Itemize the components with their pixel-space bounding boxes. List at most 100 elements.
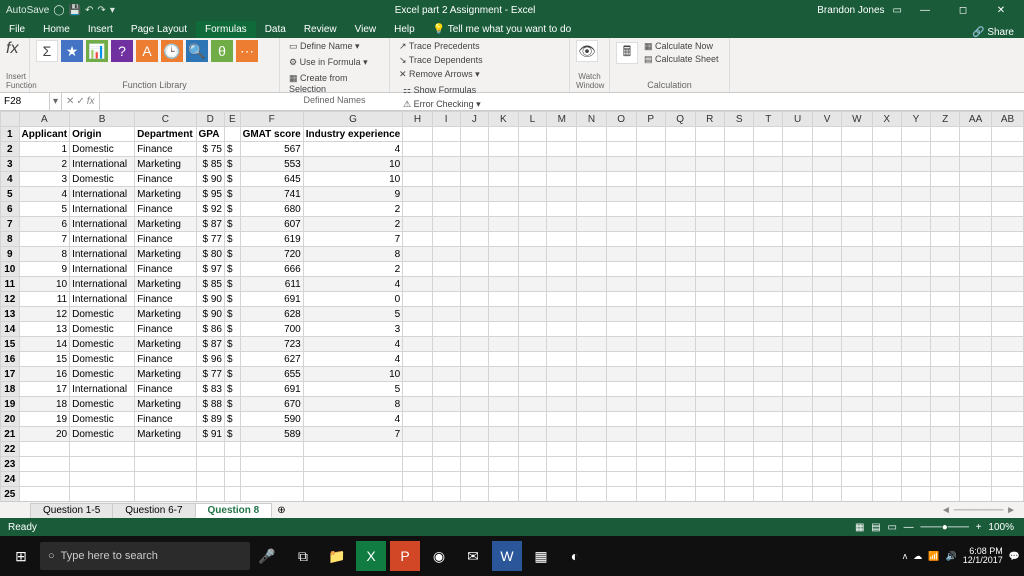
cell[interactable] (460, 412, 489, 427)
cell[interactable] (901, 397, 930, 412)
zoom-out-button[interactable]: — (904, 522, 914, 533)
cell[interactable] (960, 382, 992, 397)
cell[interactable] (577, 442, 607, 457)
cell[interactable] (636, 232, 665, 247)
cell[interactable] (725, 442, 754, 457)
cell[interactable] (901, 277, 930, 292)
cell[interactable] (606, 487, 636, 502)
cell[interactable] (518, 382, 547, 397)
cell[interactable]: $ 77 (196, 232, 224, 247)
cell[interactable] (240, 487, 303, 502)
cell[interactable] (196, 472, 224, 487)
financial-icon[interactable]: 📊 (86, 40, 108, 62)
cell[interactable] (606, 202, 636, 217)
cell[interactable]: Department (135, 127, 196, 142)
start-button[interactable]: ⊞ (4, 548, 38, 565)
cell[interactable] (665, 427, 695, 442)
col-header[interactable]: I (432, 112, 460, 127)
cell[interactable] (432, 397, 460, 412)
cell[interactable]: 628 (240, 307, 303, 322)
cell[interactable] (606, 427, 636, 442)
math-icon[interactable]: θ (211, 40, 233, 62)
cell[interactable] (695, 247, 725, 262)
cell[interactable]: 2 (303, 262, 402, 277)
cell[interactable] (606, 442, 636, 457)
cell[interactable] (518, 412, 547, 427)
cell[interactable] (812, 307, 841, 322)
cell[interactable] (606, 322, 636, 337)
cell[interactable] (19, 472, 70, 487)
cell[interactable] (842, 262, 872, 277)
cell[interactable] (432, 232, 460, 247)
cell[interactable]: Finance (135, 202, 196, 217)
tell-me[interactable]: 💡 Tell me what you want to do (424, 21, 580, 38)
cell[interactable] (135, 487, 196, 502)
cell[interactable] (872, 187, 901, 202)
cell[interactable]: 10 (303, 157, 402, 172)
col-header[interactable]: Y (901, 112, 930, 127)
cell[interactable] (303, 472, 402, 487)
cell[interactable] (872, 247, 901, 262)
cell[interactable] (960, 277, 992, 292)
cell[interactable] (754, 487, 783, 502)
cell[interactable]: International (70, 157, 135, 172)
cell[interactable] (842, 247, 872, 262)
cell[interactable] (636, 412, 665, 427)
col-header[interactable]: A (19, 112, 70, 127)
cell[interactable] (403, 472, 433, 487)
cell[interactable] (901, 457, 930, 472)
cell[interactable] (636, 127, 665, 142)
cell[interactable] (665, 157, 695, 172)
cell[interactable] (547, 487, 577, 502)
cell[interactable] (489, 247, 518, 262)
cell[interactable]: Finance (135, 292, 196, 307)
cell[interactable] (960, 397, 992, 412)
cell[interactable] (725, 127, 754, 142)
cell[interactable] (403, 127, 433, 142)
redo-icon[interactable]: ↷ (97, 5, 105, 16)
cell[interactable] (460, 367, 489, 382)
autosave-toggle[interactable]: ◯ (53, 5, 64, 16)
cell[interactable] (547, 202, 577, 217)
cell[interactable] (403, 307, 433, 322)
cell[interactable]: 4 (303, 352, 402, 367)
cell[interactable] (460, 142, 489, 157)
cell[interactable]: International (70, 232, 135, 247)
cell[interactable] (783, 217, 813, 232)
cell[interactable]: International (70, 262, 135, 277)
cell[interactable] (872, 352, 901, 367)
cell[interactable] (135, 457, 196, 472)
cell[interactable] (432, 217, 460, 232)
tray-up-icon[interactable]: ʌ (903, 551, 908, 561)
cell[interactable] (842, 382, 872, 397)
row-header[interactable]: 6 (1, 202, 20, 217)
row-header[interactable]: 10 (1, 262, 20, 277)
cell[interactable] (783, 292, 813, 307)
cell[interactable]: Marketing (135, 187, 196, 202)
cell[interactable] (403, 337, 433, 352)
cell[interactable]: $ (224, 262, 240, 277)
cell[interactable] (432, 262, 460, 277)
cell[interactable] (636, 217, 665, 232)
cell[interactable] (606, 292, 636, 307)
cell[interactable] (665, 307, 695, 322)
lookup-icon[interactable]: 🔍 (186, 40, 208, 62)
more-functions-icon[interactable]: ⋯ (236, 40, 258, 62)
cell[interactable] (577, 127, 607, 142)
cell[interactable] (665, 202, 695, 217)
autosum-icon[interactable]: Σ (36, 40, 58, 62)
cell[interactable] (960, 367, 992, 382)
share-button[interactable]: 🔗 Share (972, 27, 1014, 38)
cell[interactable]: GMAT score (240, 127, 303, 142)
cell[interactable] (489, 382, 518, 397)
cell[interactable]: 4 (303, 337, 402, 352)
cell[interactable] (901, 307, 930, 322)
cell[interactable] (931, 367, 960, 382)
cell[interactable] (577, 247, 607, 262)
row-header[interactable]: 25 (1, 487, 20, 502)
app-icon-1[interactable]: ▦ (526, 541, 556, 571)
cell[interactable]: 19 (19, 412, 70, 427)
cell[interactable] (872, 232, 901, 247)
app-icon-2[interactable]: ◐ (560, 541, 590, 571)
cell[interactable]: Finance (135, 262, 196, 277)
